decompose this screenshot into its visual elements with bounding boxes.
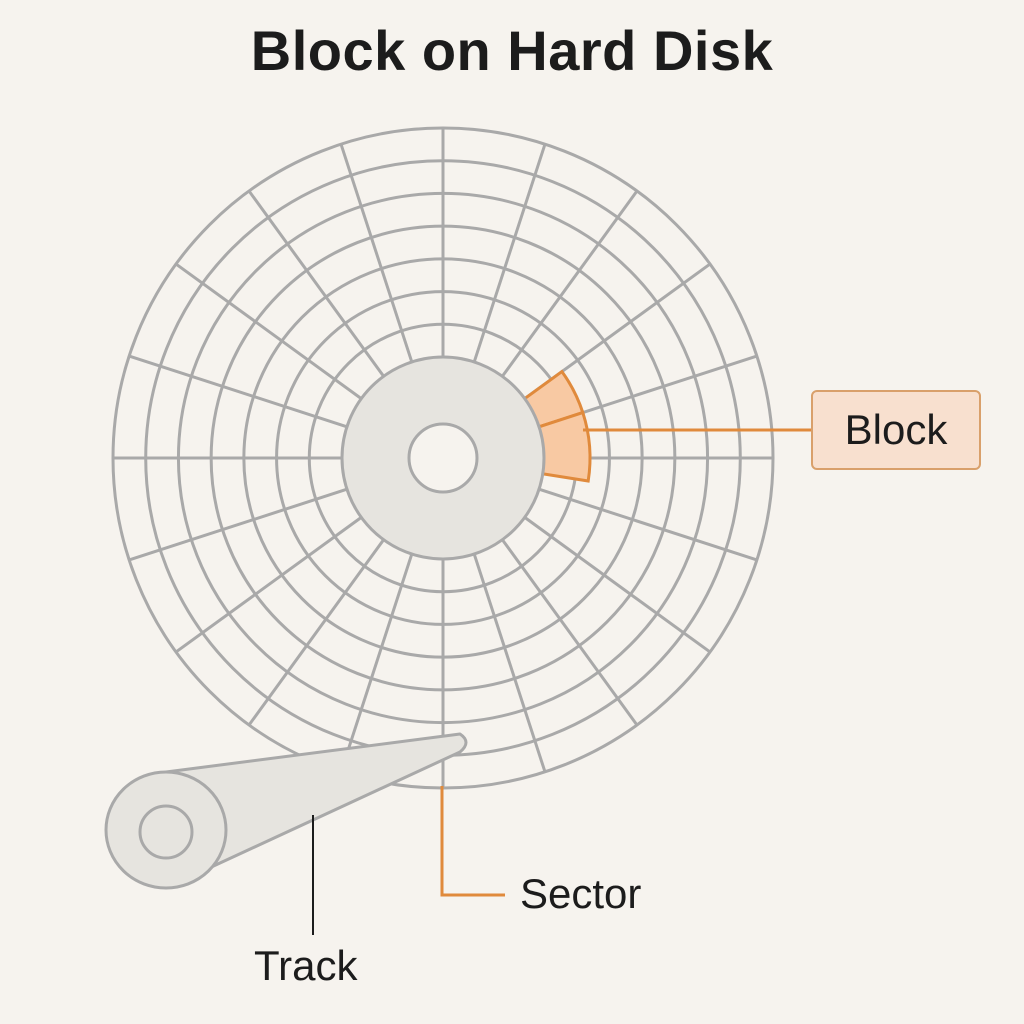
block-callout: Block	[811, 390, 981, 470]
diagram-page: Block on Hard Disk Block Sector Track	[0, 0, 1024, 1024]
arm-pivot-center	[138, 804, 194, 860]
track-label: Track	[254, 942, 358, 989]
read-write-arm	[104, 732, 468, 890]
hard-disk-diagram	[104, 126, 811, 935]
spindle-hole	[407, 422, 479, 494]
sector-leader-line	[440, 786, 505, 897]
sector-label: Sector	[520, 870, 642, 917]
